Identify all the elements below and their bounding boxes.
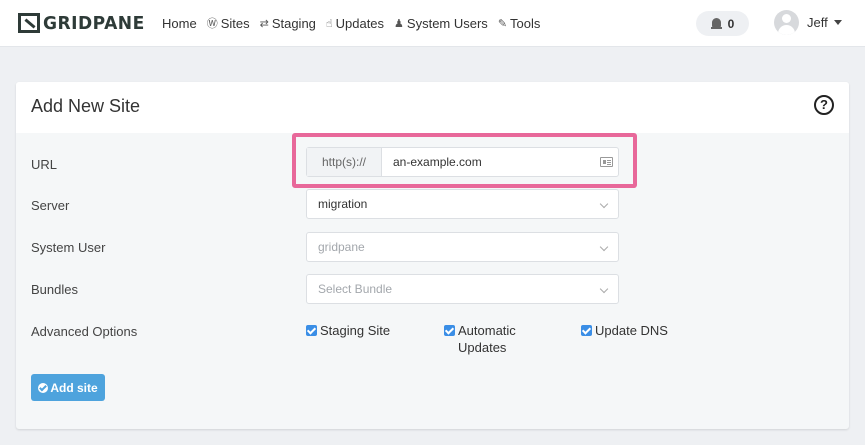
nav-updates[interactable]: ☝ Updates	[326, 15, 384, 31]
chevron-down-icon	[599, 284, 609, 294]
avatar	[774, 10, 799, 35]
user-menu[interactable]: Jeff	[774, 10, 842, 35]
chevron-down-icon	[599, 199, 609, 209]
automatic-updates-label: Automatic Updates	[458, 323, 516, 355]
nav-home-label: Home	[162, 15, 197, 31]
nav-updates-label: Updates	[335, 15, 385, 31]
top-navbar: GRIDPANE Home Ⓦ Sites ⇄ Staging ☝ Update…	[0, 0, 865, 47]
page-title: Add New Site	[31, 96, 141, 116]
add-site-label: Add site	[50, 380, 98, 395]
bell-icon	[710, 17, 722, 30]
card-header: Add New Site ?	[16, 82, 849, 133]
url-label: URL	[31, 157, 58, 172]
caret-down-icon	[833, 20, 842, 25]
system-user-placeholder: gridpane	[318, 240, 365, 254]
add-site-button[interactable]: Add site	[31, 374, 105, 401]
nav-sites[interactable]: Ⓦ Sites	[207, 15, 250, 31]
nav-system-users[interactable]: ♟ System Users	[394, 15, 488, 31]
bundles-label: Bundles	[31, 282, 78, 297]
update-dns-checkbox[interactable]: Update DNS	[581, 322, 668, 339]
nav-sites-label: Sites	[220, 15, 250, 31]
thumbs-up-icon: ☝	[325, 17, 333, 30]
brand-name: GRIDPANE	[43, 12, 145, 34]
user-group-icon: ♟	[394, 17, 404, 30]
chevron-down-icon	[599, 242, 609, 252]
url-highlight-box	[292, 133, 637, 188]
server-label: Server	[31, 198, 70, 213]
system-user-select[interactable]: gridpane	[306, 232, 619, 262]
user-name: Jeff	[807, 15, 828, 30]
check-circle-icon	[38, 382, 49, 393]
automatic-updates-checkbox[interactable]: Automatic Updates	[444, 322, 544, 356]
checkbox-checked-icon[interactable]	[444, 325, 455, 336]
nav-system-users-label: System Users	[406, 15, 488, 31]
staging-site-label: Staging Site	[320, 323, 391, 338]
nav-tools-label: Tools	[510, 15, 541, 31]
bundles-placeholder: Select Bundle	[318, 282, 393, 296]
nav-tools[interactable]: ✎ Tools	[498, 15, 541, 31]
wrench-icon: ✎	[497, 17, 508, 30]
main-nav: Home Ⓦ Sites ⇄ Staging ☝ Updates ♟ Syste…	[162, 15, 550, 31]
system-user-label: System User	[31, 240, 106, 255]
logo-mark-icon	[18, 13, 40, 33]
wordpress-icon: Ⓦ	[206, 18, 218, 30]
checkbox-checked-icon[interactable]	[581, 325, 592, 336]
help-icon[interactable]: ?	[814, 95, 834, 115]
gridpane-logo[interactable]: GRIDPANE	[18, 12, 150, 34]
checkbox-checked-icon[interactable]	[306, 325, 317, 336]
server-value: migration	[318, 197, 368, 211]
staging-site-checkbox[interactable]: Staging Site	[306, 322, 390, 339]
sync-icon: ⇄	[259, 17, 269, 30]
notifications-button[interactable]: 0	[696, 11, 749, 36]
add-site-card: Add New Site ? URL http(s):// an-example…	[16, 82, 849, 429]
advanced-options-label: Advanced Options	[31, 324, 138, 339]
nav-staging-label: Staging	[271, 15, 316, 31]
nav-staging[interactable]: ⇄ Staging	[260, 15, 316, 31]
notifications-count: 0	[727, 16, 735, 31]
nav-home[interactable]: Home	[162, 15, 197, 31]
update-dns-label: Update DNS	[595, 323, 668, 338]
server-select[interactable]: migration	[306, 189, 619, 219]
bundles-select[interactable]: Select Bundle	[306, 274, 619, 304]
